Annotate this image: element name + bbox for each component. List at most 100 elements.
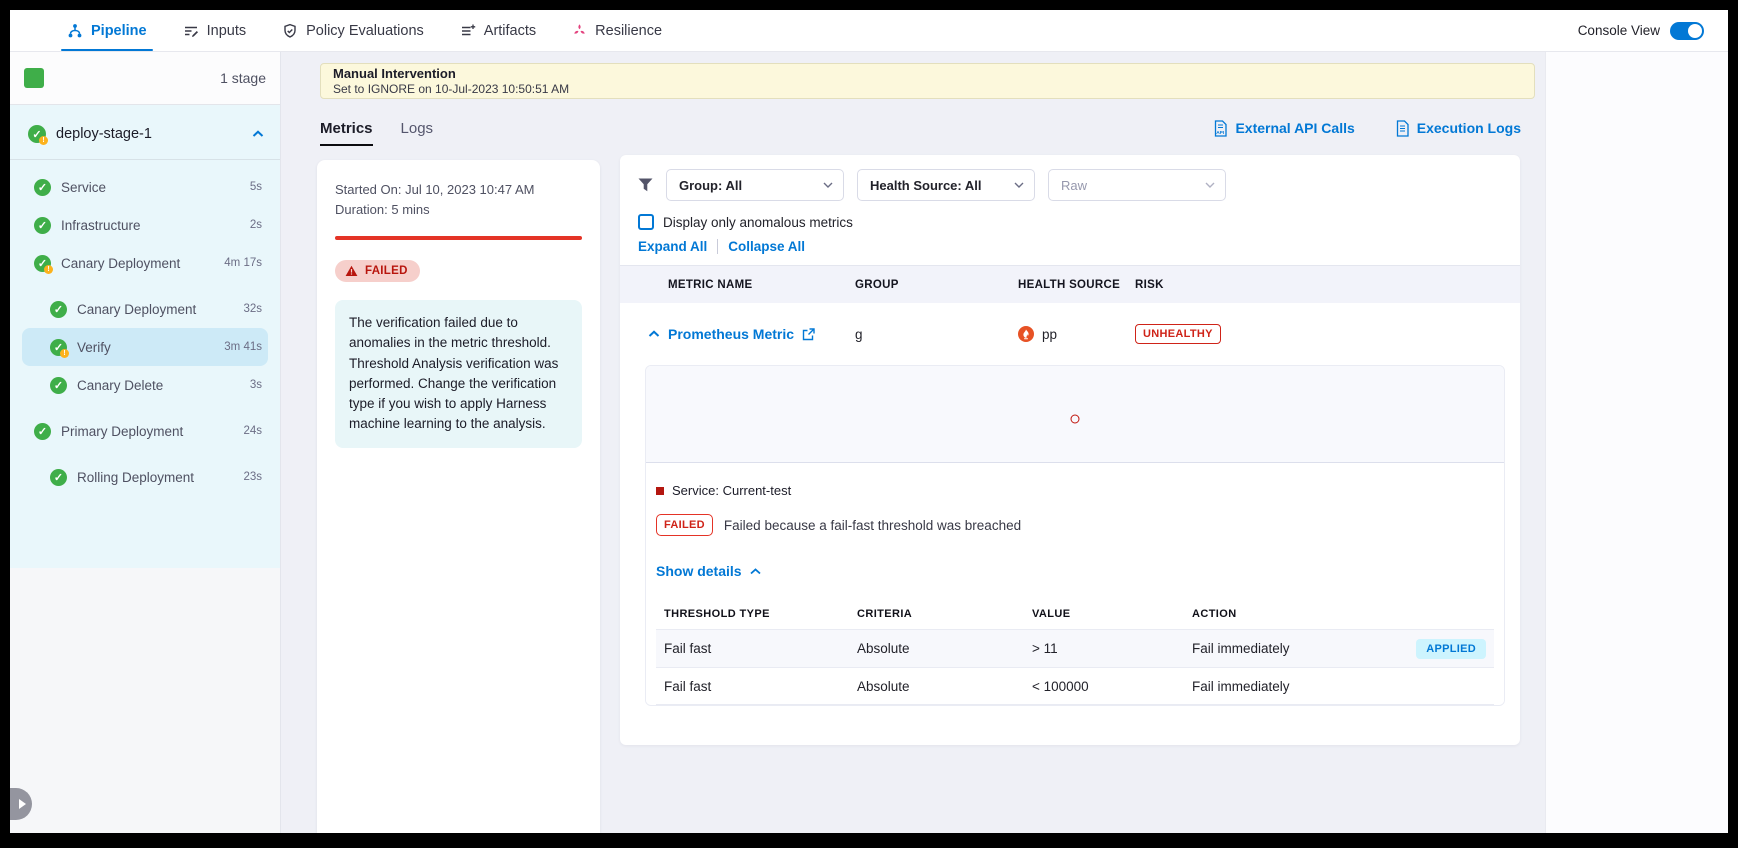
console-view-toggle[interactable] — [1670, 22, 1704, 40]
metric-type-dropdown[interactable]: Raw — [1048, 169, 1226, 201]
step-canary-deployment-group[interactable]: ✓ Canary Deployment 4m 17s — [22, 244, 268, 282]
col-health-source: HEALTH SOURCE — [1018, 279, 1135, 291]
banner-subtitle: Set to IGNORE on 10-Jul-2023 10:50:51 AM — [333, 82, 1522, 96]
tab-resilience[interactable]: Resilience — [572, 10, 662, 51]
threshold-criteria: Absolute — [857, 641, 1032, 656]
tab-inputs-label: Inputs — [207, 23, 247, 39]
failed-status-badge: FAILED — [335, 260, 420, 282]
step-duration: 2s — [250, 219, 262, 231]
threshold-type: Fail fast — [664, 679, 857, 694]
sidebar-divider — [10, 159, 280, 160]
col-value: VALUE — [1032, 608, 1192, 620]
shield-check-icon — [282, 23, 298, 39]
col-metric-name: METRIC NAME — [620, 279, 855, 291]
prometheus-icon — [1018, 326, 1034, 342]
stage-item-deploy-stage-1[interactable]: ✓ deploy-stage-1 — [10, 105, 280, 159]
filter-funnel-icon[interactable] — [638, 178, 653, 192]
sidebar-empty-area — [10, 568, 280, 833]
anomalous-metrics-label: Display only anomalous metrics — [663, 215, 853, 230]
step-label: Verify — [77, 340, 111, 355]
step-verify[interactable]: ✓ Verify 3m 41s — [22, 328, 268, 366]
threshold-row: Fail fast Absolute < 100000 Fail immedia… — [656, 667, 1494, 705]
threshold-action: Fail immediately — [1192, 679, 1394, 694]
anomalous-point — [1071, 414, 1080, 423]
metric-name-link[interactable]: Prometheus Metric — [668, 326, 794, 342]
col-threshold-type: THRESHOLD TYPE — [664, 608, 857, 620]
show-details-label: Show details — [656, 563, 742, 579]
step-infrastructure[interactable]: ✓ Infrastructure 2s — [22, 206, 268, 244]
collapse-row-chevron-up-icon[interactable] — [648, 330, 660, 338]
execution-logs-link[interactable]: Execution Logs — [1395, 120, 1521, 137]
metric-type-value: Raw — [1061, 178, 1087, 193]
status-success-icon: ✓ — [50, 469, 67, 486]
console-view-label: Console View — [1578, 23, 1660, 38]
verification-message: The verification failed due to anomalies… — [335, 300, 582, 448]
step-canary-deployment[interactable]: ✓ Canary Deployment 32s — [22, 290, 268, 328]
metric-group-value: g — [855, 327, 1018, 342]
show-details-toggle[interactable]: Show details — [656, 563, 1494, 579]
status-warning-icon: ✓ — [50, 339, 67, 356]
warning-triangle-icon — [345, 265, 358, 277]
risk-badge-unhealthy: UNHEALTHY — [1135, 324, 1221, 344]
chevron-up-icon[interactable] — [252, 130, 264, 138]
step-rolling-deployment[interactable]: ✓ Rolling Deployment 23s — [22, 458, 268, 496]
tab-inputs[interactable]: Inputs — [183, 10, 247, 51]
threshold-action: Fail immediately — [1192, 641, 1394, 656]
tab-policy-evaluations-label: Policy Evaluations — [306, 23, 424, 39]
step-primary-deployment[interactable]: ✓ Primary Deployment 24s — [22, 412, 268, 450]
legend-swatch — [656, 487, 664, 495]
chevron-up-icon — [750, 568, 761, 575]
step-service[interactable]: ✓ Service 5s — [22, 168, 268, 206]
step-canary-delete[interactable]: ✓ Canary Delete 3s — [22, 366, 268, 404]
collapsed-right-panel — [1545, 52, 1728, 833]
group-filter-dropdown[interactable]: Group: All — [666, 169, 844, 201]
threshold-table-header: THRESHOLD TYPE CRITERIA VALUE ACTION — [656, 599, 1494, 629]
col-risk: RISK — [1135, 279, 1520, 291]
banner-title: Manual Intervention — [333, 66, 1522, 82]
step-label: Canary Delete — [77, 378, 163, 393]
pipeline-icon — [67, 23, 83, 39]
step-duration: 3s — [250, 379, 262, 391]
expand-all-link[interactable]: Expand All — [638, 239, 707, 254]
step-label: Canary Deployment — [61, 256, 180, 271]
list-plus-icon — [460, 23, 476, 39]
svg-text:API: API — [1217, 130, 1226, 136]
threshold-row: Fail fast Absolute > 11 Fail immediately… — [656, 629, 1494, 667]
status-success-icon: ✓ — [34, 179, 51, 196]
status-success-icon: ✓ — [34, 423, 51, 440]
tab-policy-evaluations[interactable]: Policy Evaluations — [282, 10, 424, 51]
status-success-icon: ✓ — [34, 217, 51, 234]
tab-metrics[interactable]: Metrics — [320, 110, 373, 146]
threshold-criteria: Absolute — [857, 679, 1032, 694]
metric-row-prometheus[interactable]: Prometheus Metric g pp UNHEALTHY — [620, 303, 1520, 365]
tab-pipeline[interactable]: Pipeline — [67, 10, 147, 51]
applied-badge: APPLIED — [1416, 639, 1486, 659]
duration: Duration: 5 mins — [335, 200, 582, 220]
anomalous-metrics-checkbox[interactable] — [638, 214, 654, 230]
step-duration: 24s — [243, 425, 262, 437]
external-link-icon[interactable] — [802, 328, 815, 341]
links-separator — [717, 239, 718, 254]
tab-logs[interactable]: Logs — [401, 110, 434, 146]
health-source-filter-dropdown[interactable]: Health Source: All — [857, 169, 1035, 201]
external-api-calls-link[interactable]: API External API Calls — [1213, 120, 1354, 137]
failed-status-label: FAILED — [365, 265, 408, 277]
metrics-panel: Group: All Health Source: All Raw Displa… — [620, 155, 1520, 745]
col-criteria: CRITERIA — [857, 608, 1032, 620]
health-source-filter-value: Health Source: All — [870, 178, 981, 193]
health-source-value: pp — [1042, 327, 1057, 342]
collapse-all-link[interactable]: Collapse All — [728, 239, 805, 254]
step-label: Rolling Deployment — [77, 470, 194, 485]
threshold-value: < 100000 — [1032, 679, 1192, 694]
threshold-type: Fail fast — [664, 641, 857, 656]
stage-status-square-icon — [24, 68, 44, 88]
col-group: GROUP — [855, 279, 1018, 291]
stage-count: 1 stage — [220, 70, 266, 86]
analysis-failed-badge: FAILED — [656, 514, 713, 536]
metric-expanded-detail: Service: Current-test FAILED Failed beca… — [645, 365, 1505, 706]
sidebar-header: 1 stage — [10, 52, 280, 105]
chevron-down-icon — [823, 182, 833, 188]
stage-tree: ✓ deploy-stage-1 ✓ Service 5s ✓ Infrastr… — [10, 105, 280, 568]
analysis-result-row: FAILED Failed because a fail-fast thresh… — [656, 514, 1494, 536]
tab-artifacts[interactable]: Artifacts — [460, 10, 536, 51]
